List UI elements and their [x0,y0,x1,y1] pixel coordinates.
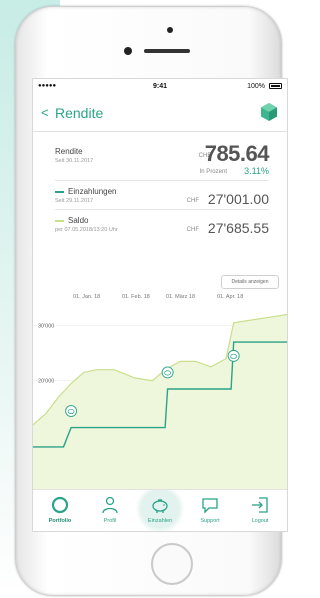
y-tick-label: 30'000 [38,324,54,330]
status-bar: ●●●●● 9:41 100% [33,79,287,95]
portfolio-chart: 30'00020'00010'000 [33,313,287,491]
tab-profil[interactable]: Profil [85,490,135,531]
einzahlungen-legend-line [55,190,64,193]
logout-icon [252,497,268,513]
hexagon-logo-icon[interactable] [259,102,279,122]
piggy-bank-marker-icon [161,366,174,379]
divider [55,209,269,210]
saldo-value: 27'685.55 [207,220,269,236]
saldo-currency: CHF [186,227,199,233]
tab-logout[interactable]: Logout [235,490,285,531]
tab-label: Einzahlen [147,518,173,524]
tab-label: Support [200,518,220,524]
tab-bar: Portfolio Profil Einzahlen Support Logou… [33,489,287,531]
back-chevron-icon[interactable]: < [41,105,49,120]
divider [55,180,269,181]
saldo-area [33,314,287,491]
page-title[interactable]: Rendite [55,105,103,121]
tab-portfolio[interactable]: Portfolio [35,490,85,531]
einzahlungen-label: Einzahlungen [68,187,117,196]
tab-einzahlen[interactable]: Einzahlen [135,490,185,531]
x-tick-label: 01. Jan. 18 [73,294,101,300]
saldo-legend-line [55,219,64,222]
tab-label: Profil [103,518,117,524]
nav-header: < Rendite [33,95,287,132]
front-camera [124,47,132,55]
x-tick-label: 01. März 18 [166,294,196,300]
summary-card: Rendite Seit 30.11.2017 CHF 785.64 In Pr… [55,141,270,257]
saldo-label: Saldo [68,216,89,225]
details-button[interactable]: Details anzeigen [221,275,279,289]
x-tick-label: 01. Feb. 18 [122,294,150,300]
rendite-row: Rendite Seit 30.11.2017 CHF 785.64 In Pr… [55,141,270,176]
piggy-bank-icon [152,499,168,513]
einzahlungen-value: 27'001.00 [207,191,269,207]
einzahlungen-currency: CHF [186,198,199,204]
earpiece-speaker [144,49,190,53]
app-screen: ●●●●● 9:41 100% < Rendite Rendite Seit 3… [32,78,288,532]
battery-percent: 100% [247,83,265,90]
battery-icon [269,83,282,89]
circle-icon [51,496,69,514]
rendite-value: 785.64 [204,141,270,166]
person-icon [102,496,118,514]
tab-label: Portfolio [48,518,72,524]
rendite-percent-label: In Prozent [199,169,227,175]
piggy-bank-marker-icon [65,405,78,417]
x-axis-labels: 01. Jan. 18 01. Feb. 18 01. März 18 01. … [33,294,287,304]
tab-label: Logout [251,518,269,524]
home-button[interactable] [151,543,193,585]
sensor-dot [167,27,173,33]
rendite-percent: 3.11% [244,166,269,176]
saldo-row: Saldo per 07.05.2018/13:20 Uhr CHF 27'68… [55,216,269,236]
piggy-bank-marker-icon [227,349,240,362]
einzahlungen-row: Einzahlungen Seit 29.11.2017 CHF 27'001.… [55,187,269,207]
x-tick-label: 01. Apr. 18 [217,294,244,300]
y-tick-label: 20'000 [38,379,54,385]
tab-support[interactable]: Support [185,490,235,531]
chat-bubble-icon [202,498,218,514]
